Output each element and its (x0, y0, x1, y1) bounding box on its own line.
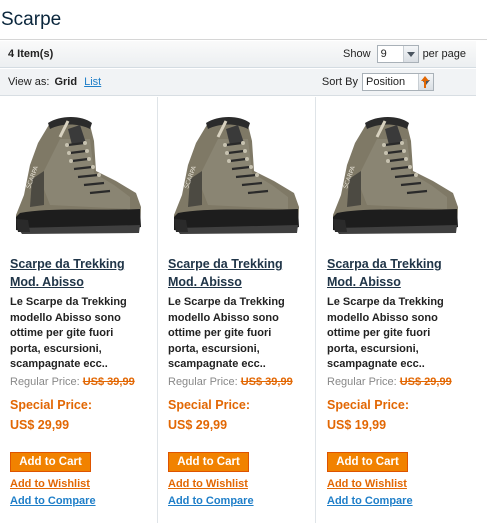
sort-by: Sort By Position (322, 73, 434, 91)
regular-price-label: Regular Price: (168, 376, 238, 388)
add-to-cart-button[interactable]: Add to Cart (10, 452, 91, 472)
special-price-value: US$ 29,99 (168, 418, 228, 432)
show-label: Show (343, 48, 371, 60)
product-name-line: Mod. Abisso (168, 275, 242, 289)
sorter-toolbar: View as: Grid List Sort By Position (0, 69, 476, 96)
product-description: Le Scarpe da Trekking modello Abisso son… (327, 295, 469, 373)
product-name-link[interactable]: Scarpe da Trekking Mod. Abisso (168, 255, 310, 291)
limiter: Show 9 per page (343, 45, 466, 63)
sort-arrow-up-icon[interactable] (420, 73, 430, 91)
regular-price-value: US$ 29,99 (399, 376, 452, 388)
add-to-wishlist-link[interactable]: Add to Wishlist (10, 478, 90, 490)
description-line: modello Abisso sono (168, 311, 279, 324)
product-description: Le Scarpe da Trekking modello Abisso son… (10, 295, 152, 373)
product-name-line: Mod. Abisso (327, 275, 401, 289)
description-line: ottime per gite fuori (10, 327, 114, 339)
product-item: Scarpe da Trekking Mod. Abisso Le Scarpe… (158, 97, 316, 523)
hiking-boot-image[interactable] (168, 109, 303, 244)
description-line: porta, escursioni, (168, 342, 260, 355)
regular-price-label: Regular Price: (10, 376, 80, 388)
pager-toolbar: 4 Item(s) Show 9 per page (0, 41, 476, 68)
add-to-compare-link[interactable]: Add to Compare (168, 495, 254, 507)
product-name-line: Mod. Abisso (10, 275, 84, 289)
description-line: porta, escursioni, (10, 342, 102, 355)
hiking-boot-image[interactable] (327, 109, 462, 244)
add-to-compare-link[interactable]: Add to Compare (327, 495, 413, 507)
product-item: Scarpe da Trekking Mod. Abisso Le Scarpe… (0, 97, 158, 523)
regular-price-value: US$ 39,99 (240, 376, 293, 388)
product-name-link[interactable]: Scarpe da Trekking Mod. Abisso (10, 255, 152, 291)
description-line: ottime per gite fuori (327, 327, 431, 339)
product-name-line: Scarpe da Trekking (10, 257, 125, 271)
special-price-label: Special Price: (10, 398, 92, 412)
special-price-value: US$ 19,99 (327, 418, 387, 432)
products-grid: Scarpe da Trekking Mod. Abisso Le Scarpe… (0, 97, 476, 523)
description-line: scampagnate ecc.. (10, 358, 108, 370)
product-name-line: Scarpa da Trekking (327, 257, 442, 271)
product-item: Scarpa da Trekking Mod. Abisso Le Scarpe… (317, 97, 476, 523)
add-to-compare-link[interactable]: Add to Compare (10, 495, 96, 507)
special-price-value: US$ 29,99 (10, 418, 70, 432)
add-to-wishlist-link[interactable]: Add to Wishlist (327, 478, 407, 490)
add-to-cart-button[interactable]: Add to Cart (168, 452, 249, 472)
description-line: modello Abisso sono (10, 311, 121, 324)
add-to-wishlist-link[interactable]: Add to Wishlist (168, 478, 248, 490)
regular-price-label: Regular Price: (327, 376, 397, 388)
description-line: Le Scarpe da Trekking (10, 296, 127, 308)
regular-price: Regular Price: US$ 39,99 (10, 376, 135, 388)
description-line: ottime per gite fuori (168, 327, 272, 339)
sort-by-value: Position (366, 76, 406, 88)
page-title: Scarpe (1, 9, 62, 30)
per-page-label: per page (422, 48, 466, 60)
special-price-label: Special Price: (168, 398, 250, 412)
page-title-bar: Scarpe (0, 0, 487, 40)
description-line: Le Scarpe da Trekking (327, 296, 444, 308)
hiking-boot-image[interactable] (10, 109, 145, 244)
description-line: scampagnate ecc.. (168, 358, 266, 370)
regular-price: Regular Price: US$ 39,99 (168, 376, 293, 388)
product-name-line: Scarpe da Trekking (168, 257, 283, 271)
regular-price-value: US$ 39,99 (82, 376, 135, 388)
special-price-label: Special Price: (327, 398, 409, 412)
item-count: 4 Item(s) (8, 48, 54, 60)
regular-price: Regular Price: US$ 29,99 (327, 376, 452, 388)
per-page-value: 9 (380, 48, 387, 60)
view-mode: View as: Grid List (8, 76, 101, 88)
description-line: scampagnate ecc.. (327, 358, 425, 370)
view-list-link[interactable]: List (84, 76, 101, 88)
view-as-label: View as: (8, 76, 50, 88)
description-line: Le Scarpe da Trekking (168, 296, 285, 308)
description-line: modello Abisso sono (327, 311, 438, 324)
add-to-cart-button[interactable]: Add to Cart (327, 452, 408, 472)
view-grid-current: Grid (54, 76, 78, 88)
product-name-link[interactable]: Scarpa da Trekking Mod. Abisso (327, 255, 469, 291)
sort-by-label: Sort By (321, 76, 358, 88)
product-description: Le Scarpe da Trekking modello Abisso son… (168, 295, 310, 373)
chevron-down-icon[interactable] (403, 46, 418, 62)
per-page-select[interactable]: 9 (376, 45, 419, 63)
description-line: porta, escursioni, (327, 342, 419, 355)
